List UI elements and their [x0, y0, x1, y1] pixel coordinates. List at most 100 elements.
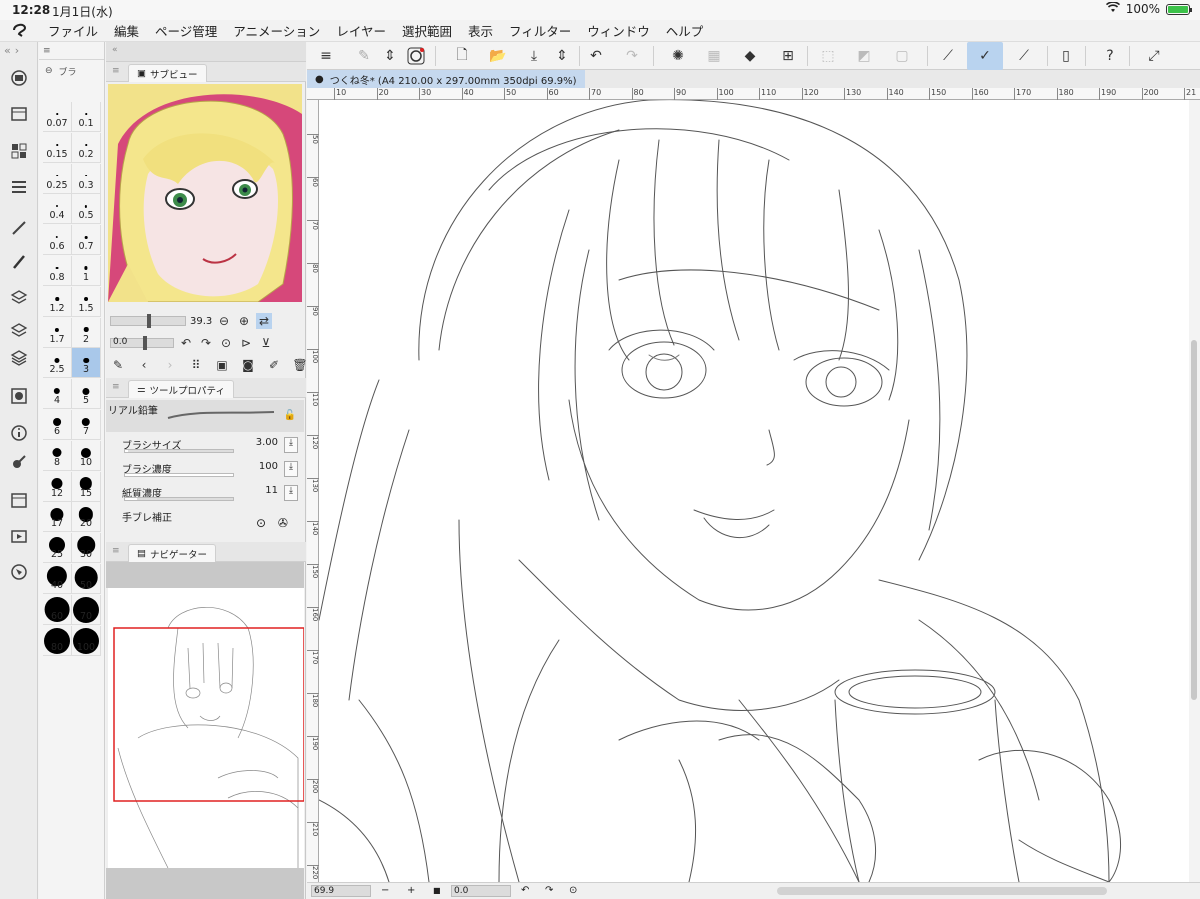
brush-size-20[interactable]: 20	[72, 502, 101, 533]
brush-size-0.2[interactable]: 0.2	[72, 132, 101, 163]
brush-size-100[interactable]: 100	[72, 625, 101, 656]
flip-horizontal-icon[interactable]: ⊳	[238, 335, 254, 351]
brush-size-0.5[interactable]: 0.5	[72, 194, 101, 225]
rotate-right-icon[interactable]: ↷	[198, 335, 214, 351]
property-slider[interactable]	[124, 497, 234, 501]
lock-icon[interactable]: 🔓	[284, 410, 296, 421]
brush-size-12[interactable]: 12	[43, 471, 72, 502]
bottom-rotate-field[interactable]: 0.0	[451, 885, 511, 897]
app-logo-icon[interactable]	[0, 21, 40, 41]
fullscreen-icon[interactable]: ⤢	[1143, 45, 1165, 67]
brush-size-80[interactable]: 80	[43, 625, 72, 656]
brush-size-70[interactable]: 70	[72, 594, 101, 625]
layer-icon[interactable]	[9, 288, 29, 308]
brush-size-0.6[interactable]: 0.6	[43, 225, 72, 256]
menu-page[interactable]: ページ管理	[147, 21, 225, 40]
brush-size-1[interactable]: 1	[72, 256, 101, 286]
line-snap-icon[interactable]: ⟋	[1013, 45, 1035, 67]
navigator-tab[interactable]: ▤ ナビゲーター	[128, 544, 216, 562]
brush-size-0.25[interactable]: 0.25	[43, 163, 72, 194]
menu-filter[interactable]: フィルター	[501, 21, 579, 40]
menu-window[interactable]: ウィンドウ	[579, 21, 658, 40]
drawing-canvas[interactable]	[319, 100, 1189, 882]
menu-animation[interactable]: アニメーション	[225, 21, 328, 40]
brush-size-4[interactable]: 4	[43, 379, 72, 410]
brush-size-60[interactable]: 60	[43, 594, 72, 625]
horizontal-scrollbar[interactable]	[777, 887, 1107, 895]
panel-grip-icon[interactable]: ≡	[112, 546, 120, 556]
undo-icon[interactable]: ↶	[585, 45, 607, 67]
brush-size-0.07[interactable]: 0.07	[43, 102, 72, 132]
tool-property-row[interactable]: ブラシ濃度 100 ⤓	[106, 458, 304, 482]
edit-image-icon[interactable]: ✐	[266, 357, 282, 373]
brush-size-10[interactable]: 10	[72, 440, 101, 471]
device-icon[interactable]: ▯	[1055, 45, 1077, 67]
property-pressure-icon[interactable]: ⤓	[284, 461, 298, 477]
collapse-left-icon[interactable]: «	[112, 45, 118, 55]
brush-size-0.8[interactable]: 0.8	[43, 256, 72, 286]
spiral-icon[interactable]	[405, 45, 427, 67]
sync-view-icon[interactable]: ⇄	[256, 313, 272, 329]
open-folder-icon[interactable]: 📂	[487, 45, 509, 67]
grid-view-icon[interactable]: ⠿	[188, 357, 204, 373]
brush-size-2[interactable]: 2	[72, 317, 101, 348]
rotate-left-icon[interactable]: ↶	[178, 335, 194, 351]
subview-zoom-slider[interactable]	[110, 314, 186, 328]
scroll-updown-icon[interactable]: ⇕	[379, 45, 401, 67]
document-tab[interactable]: ● つくね冬* (A4 210.00 x 297.00mm 350dpi 69.…	[307, 70, 585, 88]
selection-border-icon[interactable]: ▢	[891, 45, 913, 67]
brush-size-2.5[interactable]: 2.5	[43, 348, 72, 379]
tool-property-row[interactable]: 手ブレ補正	[106, 506, 304, 530]
material-icon[interactable]	[9, 141, 29, 161]
ruler-snap-icon[interactable]: ⟋	[937, 45, 959, 67]
camera-icon[interactable]: ◙	[240, 357, 256, 373]
menu-icon[interactable]: ≡	[315, 45, 337, 67]
panel-grip-icon[interactable]: ≡	[112, 382, 120, 392]
brush-size-0.3[interactable]: 0.3	[72, 163, 101, 194]
menu-edit[interactable]: 編集	[106, 21, 147, 40]
save-icon[interactable]: ⤓	[523, 45, 545, 67]
property-slider[interactable]	[124, 473, 234, 477]
color-history-icon[interactable]	[9, 452, 29, 472]
brush-size-1.2[interactable]: 1.2	[43, 286, 72, 317]
tool-property-row[interactable]: 紙質濃度 11 ⤓	[106, 482, 304, 506]
bottom-rotate-left-icon[interactable]: ↶	[521, 885, 529, 896]
timeline-icon[interactable]	[9, 104, 29, 124]
navigator-preview[interactable]	[108, 588, 304, 868]
invert-selection-icon[interactable]: ◩	[853, 45, 875, 67]
brush-size-6[interactable]: 6	[43, 410, 72, 440]
canvas-icon[interactable]	[9, 68, 29, 88]
brush-size-17[interactable]: 17	[43, 502, 72, 533]
bottom-reset-rotation-icon[interactable]: ⊙	[569, 885, 577, 896]
prev-image-icon[interactable]: ‹	[136, 357, 152, 373]
brush-size-0.15[interactable]: 0.15	[43, 132, 72, 163]
pencil-tool-icon[interactable]	[9, 252, 29, 272]
new-file-icon[interactable]: 🗋	[451, 45, 473, 67]
collapse-arrows-icon[interactable]: «›	[0, 42, 37, 60]
layer-stack-icon[interactable]	[9, 320, 29, 340]
vertical-scroll-thumb[interactable]	[1191, 340, 1197, 700]
zoom-out-icon[interactable]: ⊖	[216, 313, 232, 329]
menu-layer[interactable]: レイヤー	[328, 21, 394, 40]
brush-size-40[interactable]: 40	[43, 564, 72, 594]
brush-size-30[interactable]: 30	[72, 533, 101, 564]
trash-icon[interactable]: 🗑	[292, 357, 308, 373]
bottom-zoom-field[interactable]: 69.9	[311, 885, 371, 897]
next-image-icon[interactable]: ›	[162, 357, 178, 373]
eyedropper-icon[interactable]: ✎	[110, 357, 126, 373]
brush-size-7[interactable]: 7	[72, 410, 101, 440]
new-layer-icon[interactable]: ✎	[353, 45, 375, 67]
property-pressure-icon[interactable]: ⤓	[284, 437, 298, 453]
subview-tab[interactable]: ▣ サブビュー	[128, 64, 207, 82]
menu-view[interactable]: 表示	[460, 21, 501, 40]
subview-rotate-slider[interactable]: 0.0	[110, 336, 174, 350]
brush-size-0.7[interactable]: 0.7	[72, 225, 101, 256]
fill-icon[interactable]: ◆	[739, 45, 761, 67]
layers-panel-icon[interactable]	[9, 348, 29, 368]
zoom-in-icon[interactable]: ⊕	[236, 313, 252, 329]
panel-grip-icon[interactable]: ≡	[112, 66, 120, 76]
zoom-out-button[interactable]: −	[381, 885, 389, 896]
layer-property-icon[interactable]	[9, 177, 29, 197]
brush-palette-tab[interactable]: ⊖ ブラ	[39, 60, 104, 82]
brush-size-0.4[interactable]: 0.4	[43, 194, 72, 225]
